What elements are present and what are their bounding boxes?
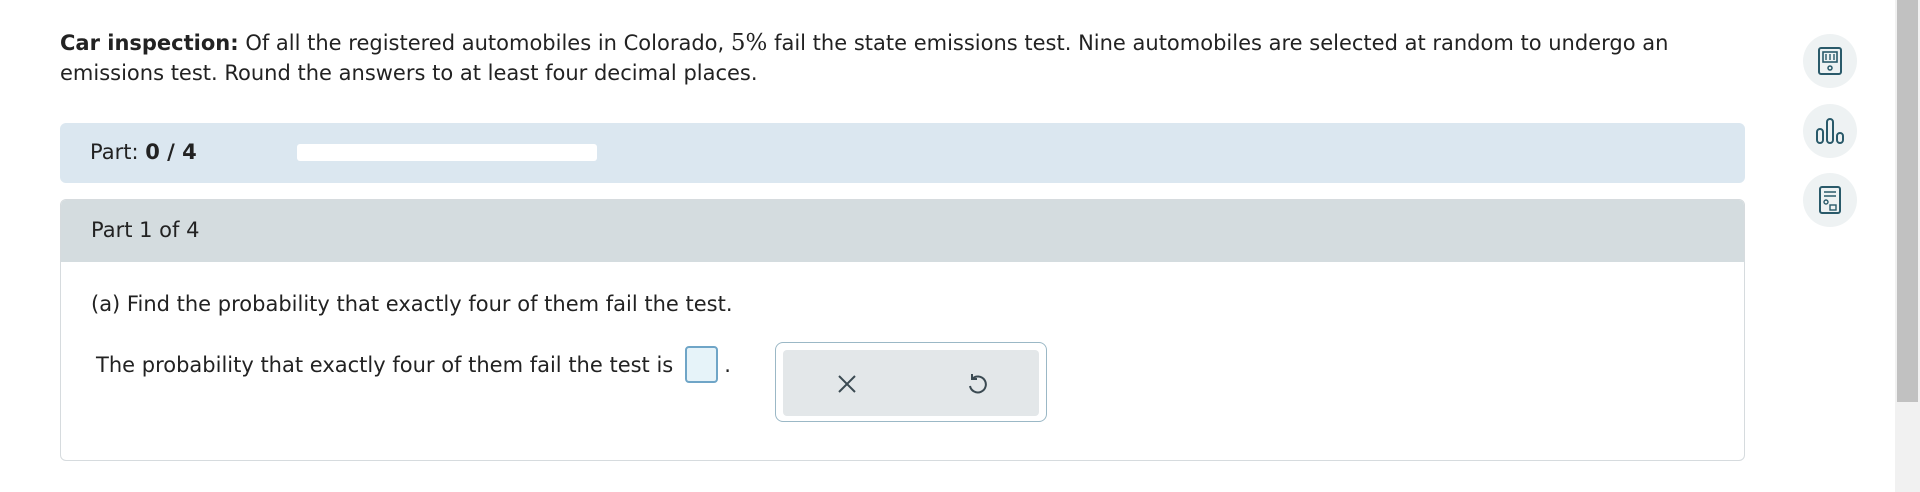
page: Car inspection: Of all the registered au… [0, 0, 1920, 492]
problem-statement: Car inspection: Of all the registered au… [60, 28, 1720, 88]
answer-tools-popup [775, 342, 1047, 422]
clear-button[interactable] [829, 366, 865, 402]
question-text: (a) Find the probability that exactly fo… [91, 292, 733, 316]
part-header-label: Part 1 of 4 [91, 218, 200, 242]
progress-label: Part: 0 / 4 [90, 140, 197, 164]
ebook-button[interactable] [1803, 34, 1857, 88]
answer-line: The probability that exactly four of the… [96, 346, 731, 383]
progress-label-text: Part: [90, 140, 139, 164]
bar-chart-icon [1816, 118, 1844, 144]
progress-value: 0 / 4 [145, 140, 197, 164]
ebook-icon [1818, 47, 1842, 75]
part-progress-bar: Part: 0 / 4 [60, 123, 1745, 183]
undo-button[interactable] [959, 366, 995, 402]
problem-percent: 5% [730, 30, 768, 56]
progress-track [297, 144, 597, 161]
data-button[interactable] [1803, 104, 1857, 158]
scrollbar-thumb[interactable] [1897, 0, 1918, 402]
part-header: Part 1 of 4 [61, 200, 1744, 262]
answer-prompt: The probability that exactly four of the… [96, 352, 674, 377]
calculator-button[interactable] [1803, 173, 1857, 227]
vertical-scrollbar[interactable] [1895, 0, 1920, 492]
answer-input[interactable] [685, 346, 719, 383]
answer-period: . [724, 352, 731, 377]
undo-icon [969, 374, 987, 394]
answer-tools-panel [783, 350, 1039, 416]
problem-text-before: Of all the registered automobiles in Col… [245, 31, 725, 55]
close-icon [838, 375, 856, 393]
calculator-icon [1819, 186, 1841, 214]
problem-title: Car inspection: [60, 31, 239, 55]
